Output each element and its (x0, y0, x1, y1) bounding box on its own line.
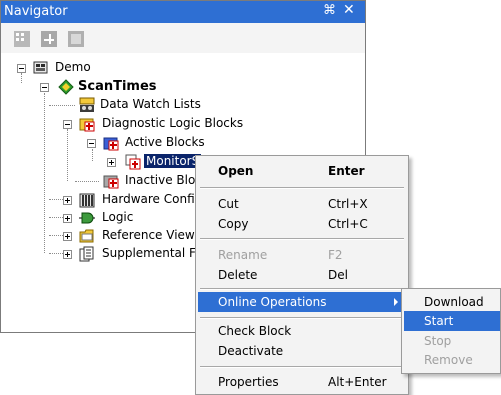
grid-view-icon[interactable] (14, 31, 30, 47)
menu-item-rename: Rename F2 (198, 245, 406, 265)
submenu-item-stop: Stop (404, 331, 500, 351)
collapse-icon[interactable] (17, 64, 26, 73)
menu-label-delete: Delete (218, 268, 258, 282)
menu-label-rename: Rename (218, 248, 268, 262)
menu-item-delete[interactable]: Delete Del (198, 265, 406, 285)
navigator-title-bar: Navigator ⌘ ✕ (1, 1, 365, 23)
tree-item-reference-view[interactable]: Reference View (1, 227, 201, 245)
tree-item-active-blocks[interactable]: Active Blocks (1, 134, 221, 152)
collapse-icon[interactable] (40, 83, 49, 92)
project-icon (33, 60, 49, 76)
tree-label-scantimes: ScanTimes (78, 79, 157, 94)
logic-icon (79, 210, 95, 226)
menu-item-properties[interactable]: Properties Alt+Enter (198, 372, 406, 392)
menu-shortcut-copy: Ctrl+C (328, 217, 368, 231)
menu-label-online-operations: Online Operations (218, 295, 327, 309)
folder-block-icon (79, 116, 95, 132)
tree-label-data-watch-lists: Data Watch Lists (100, 97, 201, 111)
tree-item-demo[interactable]: Demo (1, 59, 201, 77)
submenu-label-remove: Remove (424, 353, 473, 367)
menu-item-check-block[interactable]: Check Block (198, 321, 406, 341)
tree-label-monitor: MonitorS (144, 154, 202, 168)
tree-label-diagnostic-logic-blocks: Diagnostic Logic Blocks (102, 116, 244, 130)
menu-item-open[interactable]: Open Enter (198, 161, 406, 181)
tree-item-logic[interactable]: Logic (1, 209, 201, 227)
folder-block-icon (103, 173, 119, 189)
menu-label-deactivate: Deactivate (218, 344, 284, 358)
tree-label-demo: Demo (55, 60, 91, 74)
submenu-label-download: Download (424, 295, 484, 309)
navigator-title: Navigator (4, 4, 68, 19)
menu-label-copy: Copy (218, 217, 249, 231)
collapse-icon[interactable] (87, 139, 96, 148)
close-icon[interactable]: ✕ (343, 2, 355, 18)
submenu-label-stop: Stop (424, 334, 452, 348)
block-icon (125, 154, 141, 170)
properties-view-icon[interactable] (68, 31, 84, 47)
menu-item-online-operations[interactable]: Online Operations (198, 292, 406, 312)
menu-item-copy[interactable]: Copy Ctrl+C (198, 214, 406, 234)
tree-label-inactive-blocks: Inactive Bloc (125, 173, 202, 187)
menu-label-open: Open (218, 164, 254, 178)
submenu-item-download[interactable]: Download (404, 292, 500, 312)
menu-shortcut-delete: Del (328, 268, 348, 282)
menu-label-properties: Properties (218, 375, 279, 389)
tree-label-active-blocks: Active Blocks (125, 135, 205, 149)
menu-shortcut-rename: F2 (328, 248, 343, 262)
submenu-arrow-icon (394, 298, 398, 306)
online-operations-submenu: Download Start Stop Remove (401, 288, 501, 374)
tree-item-monitor[interactable]: MonitorS (1, 153, 202, 171)
tree-label-supplemental: Supplemental Fil (102, 246, 202, 260)
tree-label-reference-view: Reference View (102, 228, 195, 242)
menu-label-check-block: Check Block (218, 324, 292, 338)
hardware-icon (79, 192, 95, 208)
expand-icon[interactable] (63, 250, 72, 259)
submenu-label-start: Start (424, 314, 454, 328)
watch-list-icon (79, 97, 95, 113)
expand-icon[interactable] (63, 196, 72, 205)
collapse-icon[interactable] (63, 120, 72, 129)
tree-item-data-watch-lists[interactable]: Data Watch Lists (1, 96, 221, 114)
menu-label-cut: Cut (218, 197, 239, 211)
menu-item-cut[interactable]: Cut Ctrl+X (198, 194, 406, 214)
tree-item-inactive-blocks[interactable]: Inactive Bloc (1, 172, 202, 190)
folder-icon (79, 228, 95, 244)
tree-item-supplemental[interactable]: Supplemental Fil (1, 245, 202, 263)
menu-item-deactivate[interactable]: Deactivate (198, 341, 406, 361)
submenu-item-remove: Remove (404, 350, 500, 370)
context-menu: Open Enter Cut Ctrl+X Copy Ctrl+C Rename… (195, 155, 409, 395)
tree-item-scantimes[interactable]: ScanTimes (1, 78, 221, 96)
submenu-item-start[interactable]: Start (404, 311, 500, 331)
pin-icon[interactable]: ⌘ (323, 3, 336, 18)
expand-icon[interactable] (63, 232, 72, 241)
menu-shortcut-properties: Alt+Enter (328, 375, 387, 389)
folder-block-icon (103, 135, 119, 151)
documents-icon (79, 246, 95, 262)
navigator-toolbar (1, 23, 365, 53)
menu-shortcut-cut: Ctrl+X (328, 197, 368, 211)
tree-label-logic: Logic (102, 210, 134, 224)
tree-item-hardware-config[interactable]: Hardware Config (1, 191, 203, 209)
arrange-icon[interactable] (41, 31, 57, 47)
expand-icon[interactable] (63, 214, 72, 223)
expand-icon[interactable] (107, 158, 116, 167)
menu-shortcut-open: Enter (328, 164, 365, 178)
target-icon (58, 79, 74, 95)
tree-item-diagnostic-logic-blocks[interactable]: Diagnostic Logic Blocks (1, 115, 244, 133)
tree-label-hardware-config: Hardware Config (102, 192, 203, 206)
